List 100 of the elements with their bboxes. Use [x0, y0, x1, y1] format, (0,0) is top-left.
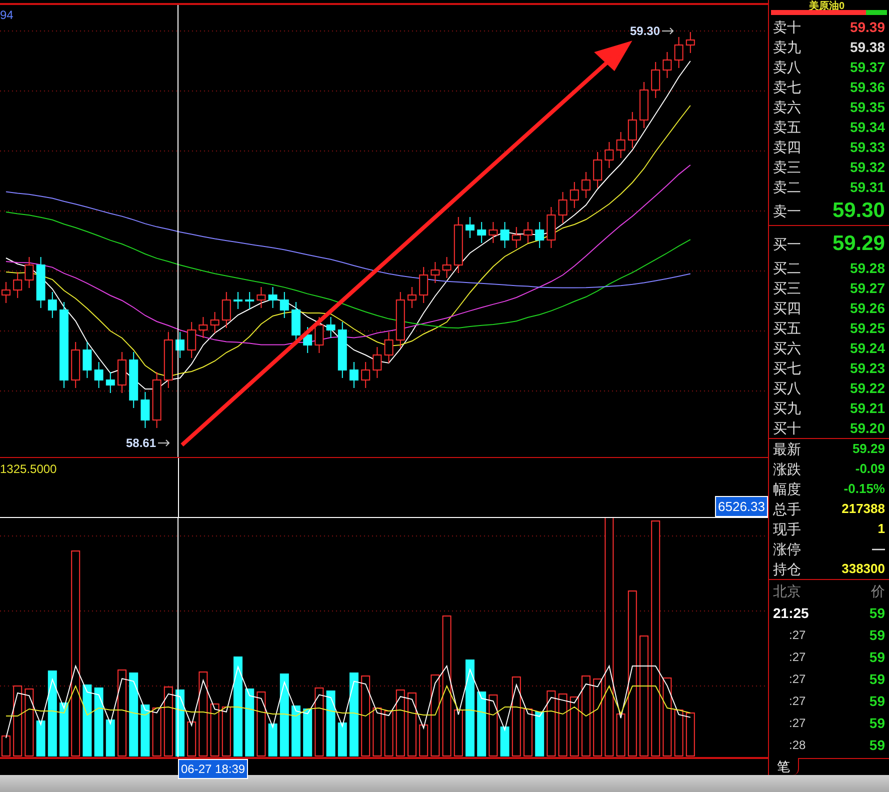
candlestick	[234, 292, 242, 310]
order-price: 59.33	[850, 138, 885, 156]
candlestick	[280, 292, 289, 318]
candlestick	[593, 152, 602, 188]
candlestick	[442, 256, 452, 278]
tick-time: :27	[788, 649, 806, 666]
volume-bar	[210, 704, 220, 756]
order-price: 59.22	[850, 378, 885, 398]
candlestick	[303, 326, 312, 354]
tick-price: 59	[869, 670, 885, 688]
order-level-label: 买十	[773, 418, 801, 438]
volume-bar	[570, 696, 579, 756]
volume-bar	[558, 694, 568, 756]
volume-bar	[338, 722, 347, 756]
candlestick	[198, 316, 208, 338]
volume-bar	[546, 690, 556, 756]
order-level-label: 买六	[773, 338, 801, 358]
cursor-time-label: 06-27 18:39	[178, 759, 248, 779]
candlestick	[430, 262, 440, 284]
candlestick	[164, 332, 173, 388]
candlestick	[477, 222, 486, 244]
volume-bar	[500, 726, 510, 756]
stat-label: 最新	[773, 440, 801, 458]
stat-value: 1	[878, 520, 885, 538]
tick-time: :27	[788, 693, 806, 710]
volume-bar	[60, 702, 68, 756]
candlestick	[616, 132, 626, 158]
candlestick	[71, 342, 80, 388]
order-level-label: 买四	[773, 298, 801, 318]
volume-bar	[292, 706, 300, 756]
order-price: 59.29	[832, 231, 885, 258]
tick-price: 59	[869, 604, 885, 622]
candlestick	[408, 286, 416, 308]
candlestick	[326, 316, 336, 338]
tick-price: 59	[869, 692, 885, 710]
order-price: 59.25	[850, 318, 885, 338]
volume-bar	[326, 690, 336, 756]
indicator-value: 1325.5000	[0, 461, 57, 478]
order-level-label: 买九	[773, 398, 801, 418]
tick-price: 59	[869, 714, 885, 732]
volume-bar	[372, 708, 382, 756]
order-price: 59.28	[850, 258, 885, 278]
order-price: 59.32	[850, 158, 885, 176]
order-price: 59.23	[850, 358, 885, 378]
stat-label: 涨停	[773, 540, 801, 558]
candlestick	[546, 206, 556, 248]
candlestick	[256, 286, 266, 308]
order-price: 59.31	[850, 178, 885, 196]
candlestick	[396, 292, 405, 348]
candlestick	[674, 36, 684, 68]
candlestick	[500, 222, 510, 248]
stat-value: 59.29	[852, 440, 885, 458]
candlestick	[640, 82, 648, 128]
volume-bar	[164, 686, 173, 756]
candlestick	[628, 112, 637, 148]
candlestick	[82, 342, 92, 378]
order-price: 59.38	[850, 38, 885, 56]
candlestick	[488, 222, 498, 244]
candlestick	[129, 352, 138, 408]
volume-bar	[245, 688, 254, 756]
stat-label: 幅度	[773, 480, 801, 498]
candlestick	[384, 332, 394, 364]
order-level-label: 买五	[773, 318, 801, 338]
volume-bar	[303, 708, 312, 756]
volume-bar	[616, 714, 626, 756]
stat-label: 总手	[773, 500, 801, 518]
candlestick	[210, 312, 220, 334]
candlestick	[582, 172, 590, 198]
volume-bar	[152, 708, 162, 756]
candlestick	[350, 362, 358, 388]
candlestick	[13, 272, 22, 298]
tick-time: 21:25	[773, 604, 809, 622]
order-price: 59.39	[850, 18, 885, 36]
stat-value: 338300	[842, 560, 885, 578]
candlestick	[176, 332, 184, 358]
volume-bar	[94, 688, 104, 756]
volume-bar	[36, 720, 46, 756]
arrow-icon	[158, 439, 170, 447]
order-level-label: 卖一	[773, 202, 801, 220]
order-level-label: 卖七	[773, 78, 801, 96]
candlestick	[419, 266, 428, 304]
tick-time: :27	[788, 671, 806, 688]
volume-bar	[268, 724, 278, 756]
volume-bar	[222, 706, 231, 756]
candlestick	[512, 226, 521, 248]
volume-bar	[13, 686, 22, 756]
order-level-label: 卖六	[773, 98, 801, 116]
tick-time: :28	[788, 737, 806, 754]
corner-label: 94	[0, 7, 14, 24]
candlestick	[187, 322, 196, 358]
order-level-label: 买八	[773, 378, 801, 398]
order-price: 59.24	[850, 338, 885, 358]
candlestick	[152, 372, 162, 428]
volume-bar	[535, 712, 544, 756]
volume-bar	[24, 688, 34, 756]
stat-value: —	[872, 540, 885, 558]
stat-label: 涨跌	[773, 460, 801, 478]
candlestick	[222, 292, 231, 328]
order-price: 59.26	[850, 298, 885, 318]
volume-bar	[187, 722, 196, 756]
